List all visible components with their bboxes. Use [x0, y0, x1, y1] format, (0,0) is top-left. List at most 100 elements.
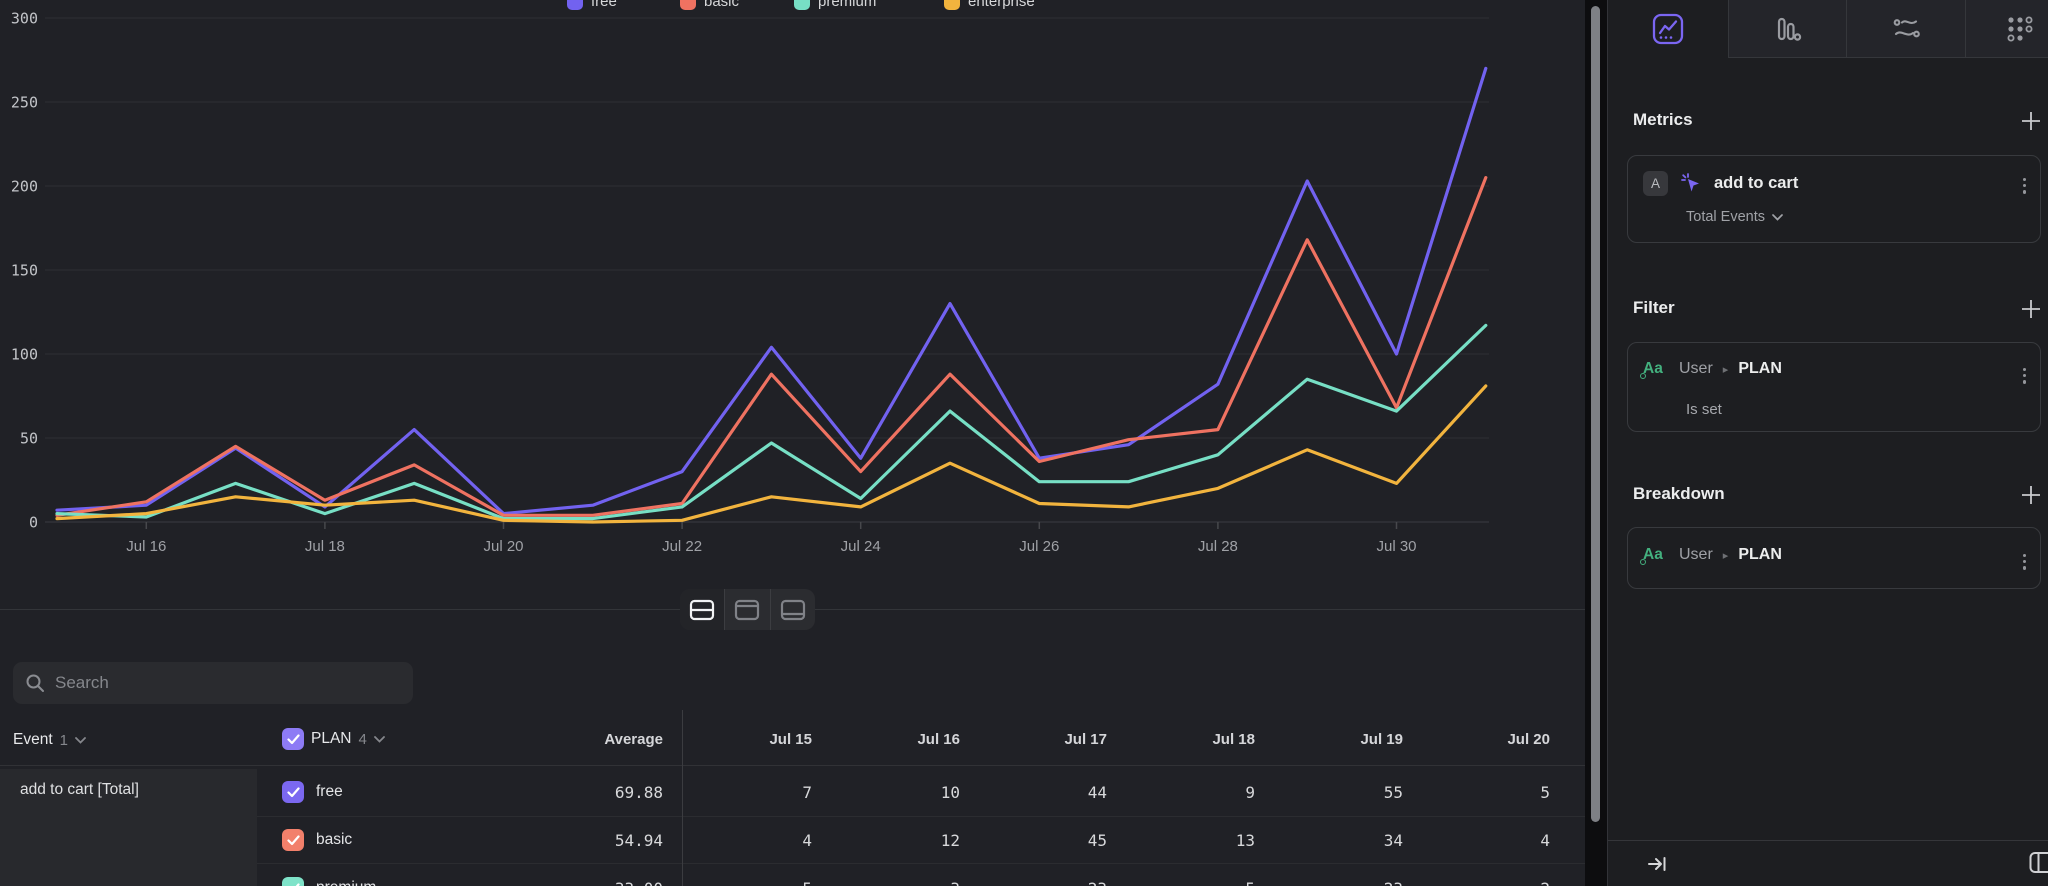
- tab-flows[interactable]: [1846, 0, 1965, 58]
- cell-value: 44: [987, 783, 1107, 802]
- add-metric-button[interactable]: [2020, 110, 2042, 132]
- cell-value: 55: [1283, 783, 1403, 802]
- svg-text:Jul 30: Jul 30: [1376, 538, 1416, 555]
- breakdown-card[interactable]: Aa User ▸ PLAN: [1627, 527, 2041, 589]
- svg-text:100: 100: [11, 346, 38, 364]
- layout-split-rows-button[interactable]: [680, 589, 724, 630]
- query-builder-panel: Metrics A add to cart Total Events: [1607, 0, 2048, 886]
- dots-grid-icon: [2003, 12, 2037, 46]
- svg-text:Jul 16: Jul 16: [126, 538, 166, 555]
- collapse-panel-icon[interactable]: [1646, 853, 1668, 875]
- filter-operator[interactable]: Is set: [1686, 401, 1722, 418]
- metric-card[interactable]: A add to cart Total Events: [1627, 155, 2041, 243]
- cell-value: 5: [1135, 879, 1255, 886]
- tab-more-charts[interactable]: [1965, 0, 2048, 58]
- average-value: 54.94: [543, 831, 663, 850]
- waves-icon: [1889, 13, 1923, 45]
- row-label: premium: [316, 879, 376, 886]
- filter-scope: User: [1679, 360, 1713, 378]
- metric-options-kebab-icon[interactable]: [2023, 178, 2026, 194]
- event-column-header[interactable]: Event 1: [13, 728, 86, 752]
- caret-right-icon: ▸: [1723, 363, 1729, 376]
- plan-header-count: 4: [359, 731, 367, 748]
- metric-series-badge: A: [1643, 171, 1668, 196]
- breakdown-property: PLAN: [1738, 546, 1782, 564]
- cell-value: 34: [1283, 831, 1403, 850]
- layout-toggle-group: [680, 589, 815, 630]
- add-filter-button[interactable]: [2020, 298, 2042, 320]
- date-column-header: Jul 20: [1430, 731, 1550, 748]
- svg-text:200: 200: [11, 178, 38, 196]
- row-checkbox-premium[interactable]: [282, 877, 304, 886]
- average-value: 33.00: [543, 879, 663, 886]
- cell-value: 23: [987, 879, 1107, 886]
- svg-text:Jul 22: Jul 22: [662, 538, 702, 555]
- event-name-label: add to cart [Total]: [20, 781, 139, 799]
- table-search: [13, 662, 413, 704]
- plan-column-header[interactable]: PLAN 4: [282, 727, 385, 751]
- svg-text:Jul 20: Jul 20: [483, 538, 523, 555]
- average-value: 69.88: [543, 783, 663, 802]
- check-icon: [287, 883, 300, 886]
- svg-text:150: 150: [11, 262, 38, 280]
- tab-bar-charts[interactable]: [1728, 0, 1846, 58]
- line-chart-icon: [1651, 12, 1685, 46]
- date-column-header: Jul 17: [987, 731, 1107, 748]
- row-checkbox-basic[interactable]: [282, 829, 304, 851]
- svg-text:Jul 18: Jul 18: [305, 538, 345, 555]
- breakdown-options-kebab-icon[interactable]: [2023, 554, 2026, 570]
- layout-bottom-bar-button[interactable]: [770, 589, 815, 630]
- bar-chart-icon: [1771, 13, 1803, 45]
- event-header-count: 1: [60, 732, 68, 749]
- svg-text:50: 50: [20, 430, 38, 448]
- cell-value: 23: [1283, 879, 1403, 886]
- date-column-header: Jul 15: [692, 731, 812, 748]
- svg-text:Jul 24: Jul 24: [841, 538, 881, 555]
- svg-text:300: 300: [11, 10, 38, 28]
- cell-value: 2: [1430, 879, 1550, 886]
- date-column-header: Jul 19: [1283, 731, 1403, 748]
- tab-insights[interactable]: [1608, 0, 1728, 59]
- filter-card[interactable]: Aa User ▸ PLAN Is set: [1627, 342, 2041, 432]
- add-breakdown-button[interactable]: [2020, 484, 2042, 506]
- svg-text:Jul 26: Jul 26: [1019, 538, 1059, 555]
- search-icon: [25, 673, 45, 693]
- search-input[interactable]: [55, 673, 401, 693]
- series-line-enterprise: [57, 386, 1486, 522]
- filter-property: PLAN: [1738, 360, 1782, 378]
- metric-measure-dropdown[interactable]: Total Events: [1686, 209, 1783, 225]
- metric-measure-label: Total Events: [1686, 209, 1765, 225]
- cell-value: 45: [987, 831, 1107, 850]
- svg-text:250: 250: [11, 94, 38, 112]
- layout-top-bar-button[interactable]: [724, 589, 769, 630]
- cell-value: 4: [692, 831, 812, 850]
- cell-value: 7: [692, 783, 812, 802]
- plan-select-all-checkbox[interactable]: [282, 728, 304, 750]
- svg-text:Jul 28: Jul 28: [1198, 538, 1238, 555]
- line-chart[interactable]: 050100150200250300Jul 16Jul 18Jul 20Jul …: [0, 0, 1585, 660]
- row-label: basic: [316, 831, 352, 849]
- row-checkbox-free[interactable]: [282, 781, 304, 803]
- cell-value: 4: [1430, 831, 1550, 850]
- date-column-header: Jul 18: [1135, 731, 1255, 748]
- cell-value: 3: [840, 879, 960, 886]
- columns-layout-icon[interactable]: [2029, 851, 2048, 875]
- series-line-free: [57, 68, 1486, 513]
- plan-header-label: PLAN: [311, 730, 352, 748]
- cell-value: 5: [1430, 783, 1550, 802]
- vertical-scrollbar[interactable]: [1591, 6, 1600, 822]
- sidebar-tabbar: [1608, 0, 2048, 58]
- cell-value: 10: [840, 783, 960, 802]
- event-click-icon: [1678, 170, 1704, 196]
- filter-options-kebab-icon[interactable]: [2023, 368, 2026, 384]
- event-header-label: Event: [13, 731, 53, 749]
- chevron-down-icon: [1772, 214, 1783, 221]
- event-name-cell[interactable]: add to cart [Total]: [0, 769, 257, 886]
- date-column-header: Jul 16: [840, 731, 960, 748]
- caret-right-icon: ▸: [1723, 549, 1729, 562]
- tab-divider: [1728, 0, 1729, 58]
- cell-value: 12: [840, 831, 960, 850]
- metrics-heading: Metrics: [1633, 110, 1693, 130]
- check-icon: [287, 835, 300, 846]
- cell-value: 5: [692, 879, 812, 886]
